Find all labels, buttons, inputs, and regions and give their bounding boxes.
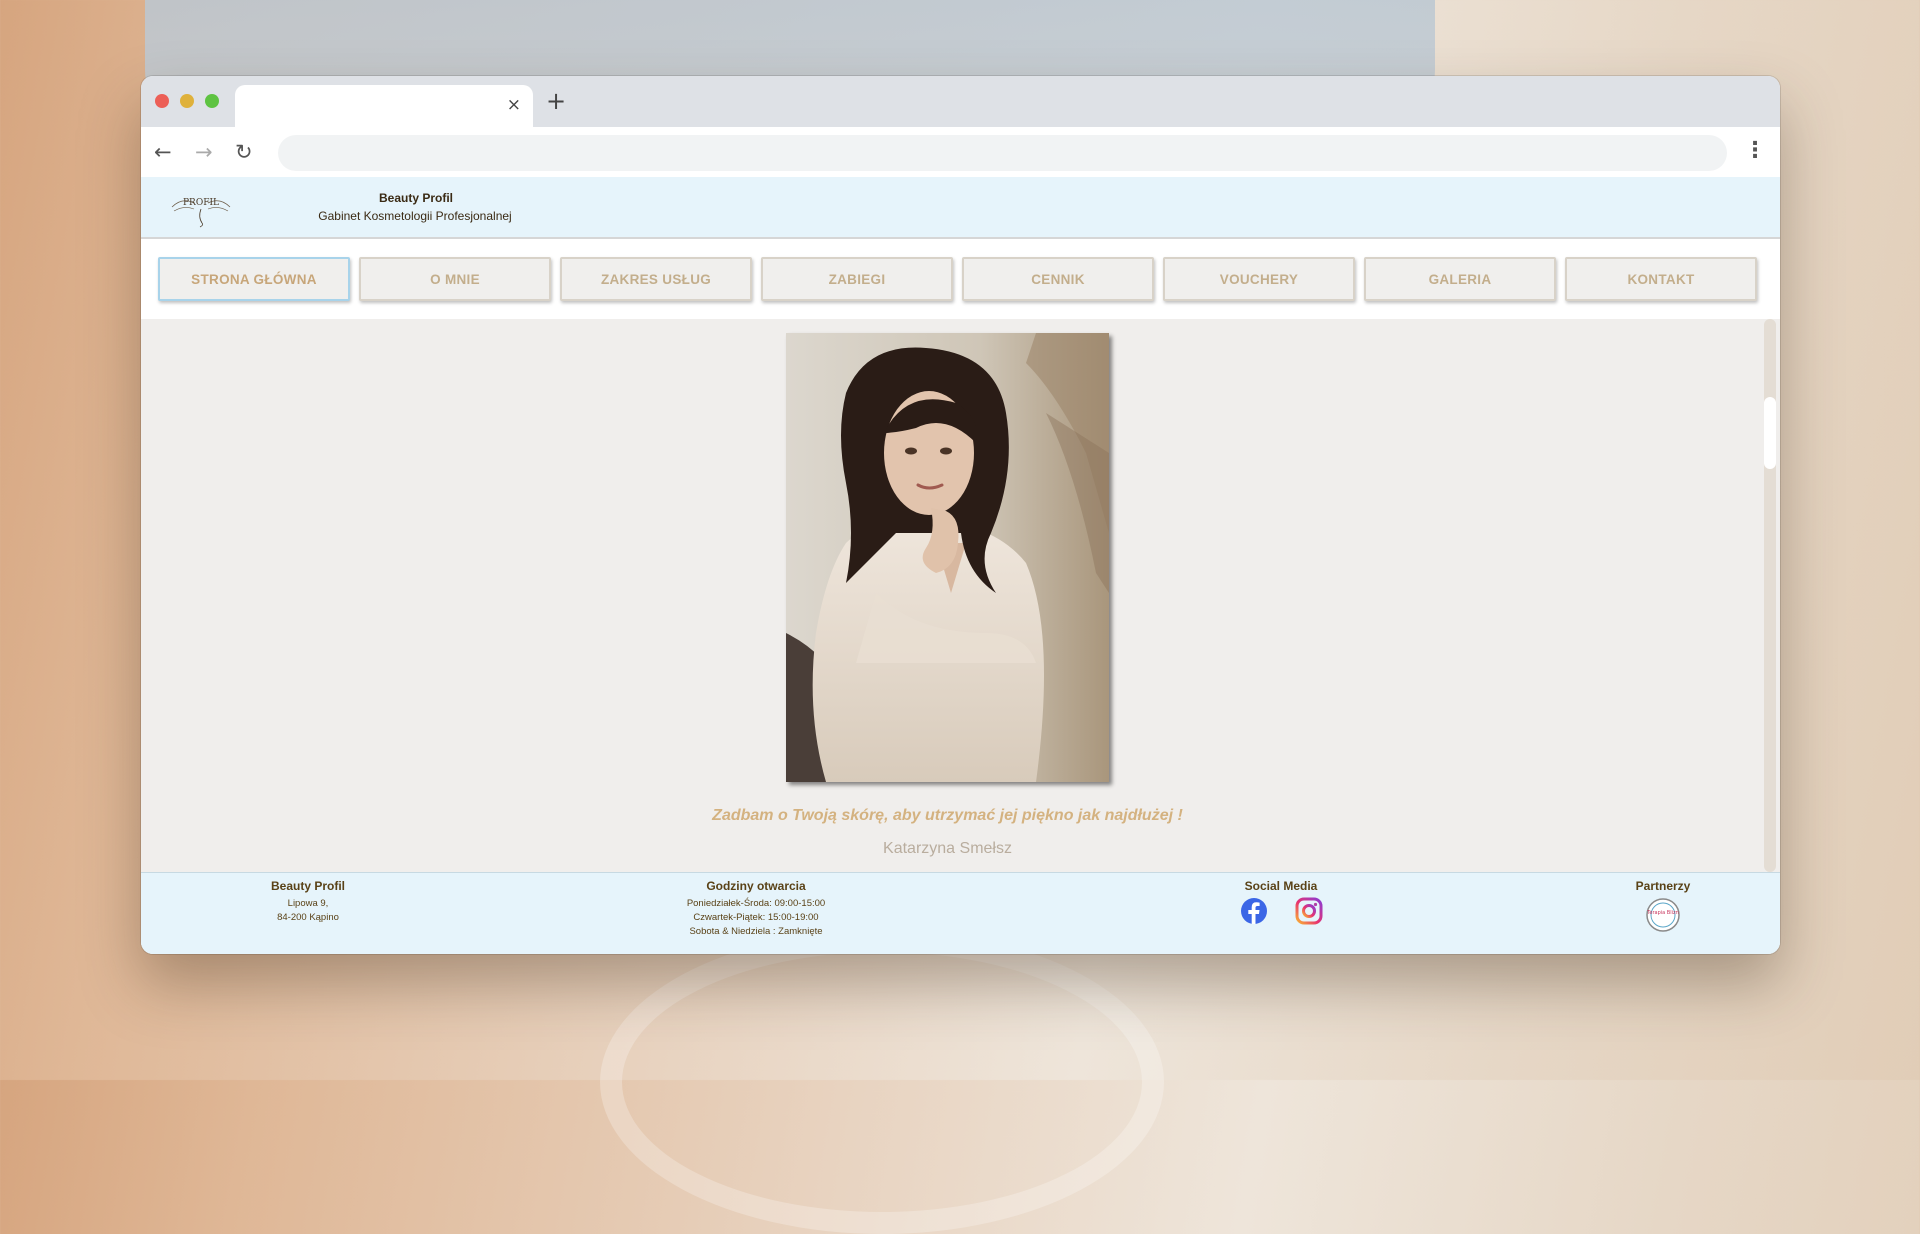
address-bar[interactable] xyxy=(278,135,1727,171)
browser-toolbar: ← → ↻ ⋮ xyxy=(141,127,1780,177)
site-footer: Beauty Profil Lipowa 9, 84-200 Kąpino Go… xyxy=(141,872,1780,954)
footer-social: Social Media xyxy=(1201,879,1361,930)
nav-vouchers[interactable]: VOUCHERY xyxy=(1163,257,1355,301)
browser-tab[interactable]: × xyxy=(235,85,533,127)
background-ring xyxy=(600,930,1164,1234)
nav-pricing[interactable]: CENNIK xyxy=(962,257,1154,301)
footer-company: Beauty Profil Lipowa 9, 84-200 Kąpino xyxy=(238,879,378,925)
footer-hours-line3: Sobota & Niedziela : Zamknięte xyxy=(689,926,823,937)
site-logo[interactable]: PROFIL xyxy=(168,185,234,229)
nav-contact[interactable]: KONTAKT xyxy=(1565,257,1757,301)
forward-icon[interactable]: → xyxy=(195,140,213,164)
brand-title: Beauty Profil xyxy=(378,191,453,205)
tab-bar: × + xyxy=(141,76,1780,127)
new-tab-button[interactable]: + xyxy=(546,87,566,115)
svg-text:Terapia Blizn: Terapia Blizn xyxy=(1646,910,1679,916)
nav-treatments[interactable]: ZABIEGI xyxy=(761,257,953,301)
nav-gallery[interactable]: GALERIA xyxy=(1364,257,1556,301)
browser-menu-icon[interactable]: ⋮ xyxy=(1744,139,1766,163)
instagram-icon[interactable] xyxy=(1295,897,1323,930)
footer-hours: Godziny otwarcia Poniedziałek-Środa: 09:… xyxy=(636,879,876,939)
back-icon[interactable]: ← xyxy=(154,140,172,164)
facebook-icon[interactable] xyxy=(1240,897,1268,930)
brand-subtitle: Gabinet Kosmetologii Profesjonalnej xyxy=(318,209,512,223)
partner-logo[interactable]: Terapia Blizn xyxy=(1645,897,1681,933)
footer-partners-title: Partnerzy xyxy=(1635,879,1691,893)
close-tab-icon[interactable]: × xyxy=(507,95,521,115)
browser-window: × + ← → ↻ ⋮ PROFIL Beauty Profil Gabinet… xyxy=(141,76,1780,954)
footer-social-title: Social Media xyxy=(1244,879,1318,893)
maximize-window-button[interactable] xyxy=(205,94,219,108)
site-header: PROFIL Beauty Profil Gabinet Kosmetologi… xyxy=(141,177,1780,239)
footer-partners: Partnerzy Terapia Blizn xyxy=(1603,879,1723,933)
footer-address-line2: 84-200 Kąpino xyxy=(277,912,339,923)
svg-text:PROFIL: PROFIL xyxy=(183,198,219,208)
main-content: Zadbam o Twoją skórę, aby utrzymać jej p… xyxy=(141,319,1780,872)
nav-home[interactable]: STRONA GŁÓWNA xyxy=(158,257,350,301)
close-window-button[interactable] xyxy=(155,94,169,108)
scrollbar-thumb[interactable] xyxy=(1764,397,1776,469)
footer-hours-line2: Czwartek-Piątek: 15:00-19:00 xyxy=(693,912,819,923)
portrait-photo xyxy=(786,333,1109,782)
footer-company-title: Beauty Profil xyxy=(270,879,345,893)
author-name: Katarzyna Smełsz xyxy=(883,840,1012,857)
minimize-window-button[interactable] xyxy=(180,94,194,108)
reload-icon[interactable]: ↻ xyxy=(235,140,253,164)
tagline-quote: Zadbam o Twoją skórę, aby utrzymać jej p… xyxy=(712,807,1183,824)
main-navigation: STRONA GŁÓWNA O MNIE ZAKRES USŁUG ZABIEG… xyxy=(141,239,1780,319)
footer-hours-title: Godziny otwarcia xyxy=(706,879,806,893)
footer-hours-line1: Poniedziałek-Środa: 09:00-15:00 xyxy=(686,898,826,909)
nav-services[interactable]: ZAKRES USŁUG xyxy=(560,257,752,301)
scrollbar[interactable] xyxy=(1764,319,1776,872)
footer-address-line1: Lipowa 9, xyxy=(287,898,329,909)
web-page: PROFIL Beauty Profil Gabinet Kosmetologi… xyxy=(141,177,1780,954)
nav-about[interactable]: O MNIE xyxy=(359,257,551,301)
